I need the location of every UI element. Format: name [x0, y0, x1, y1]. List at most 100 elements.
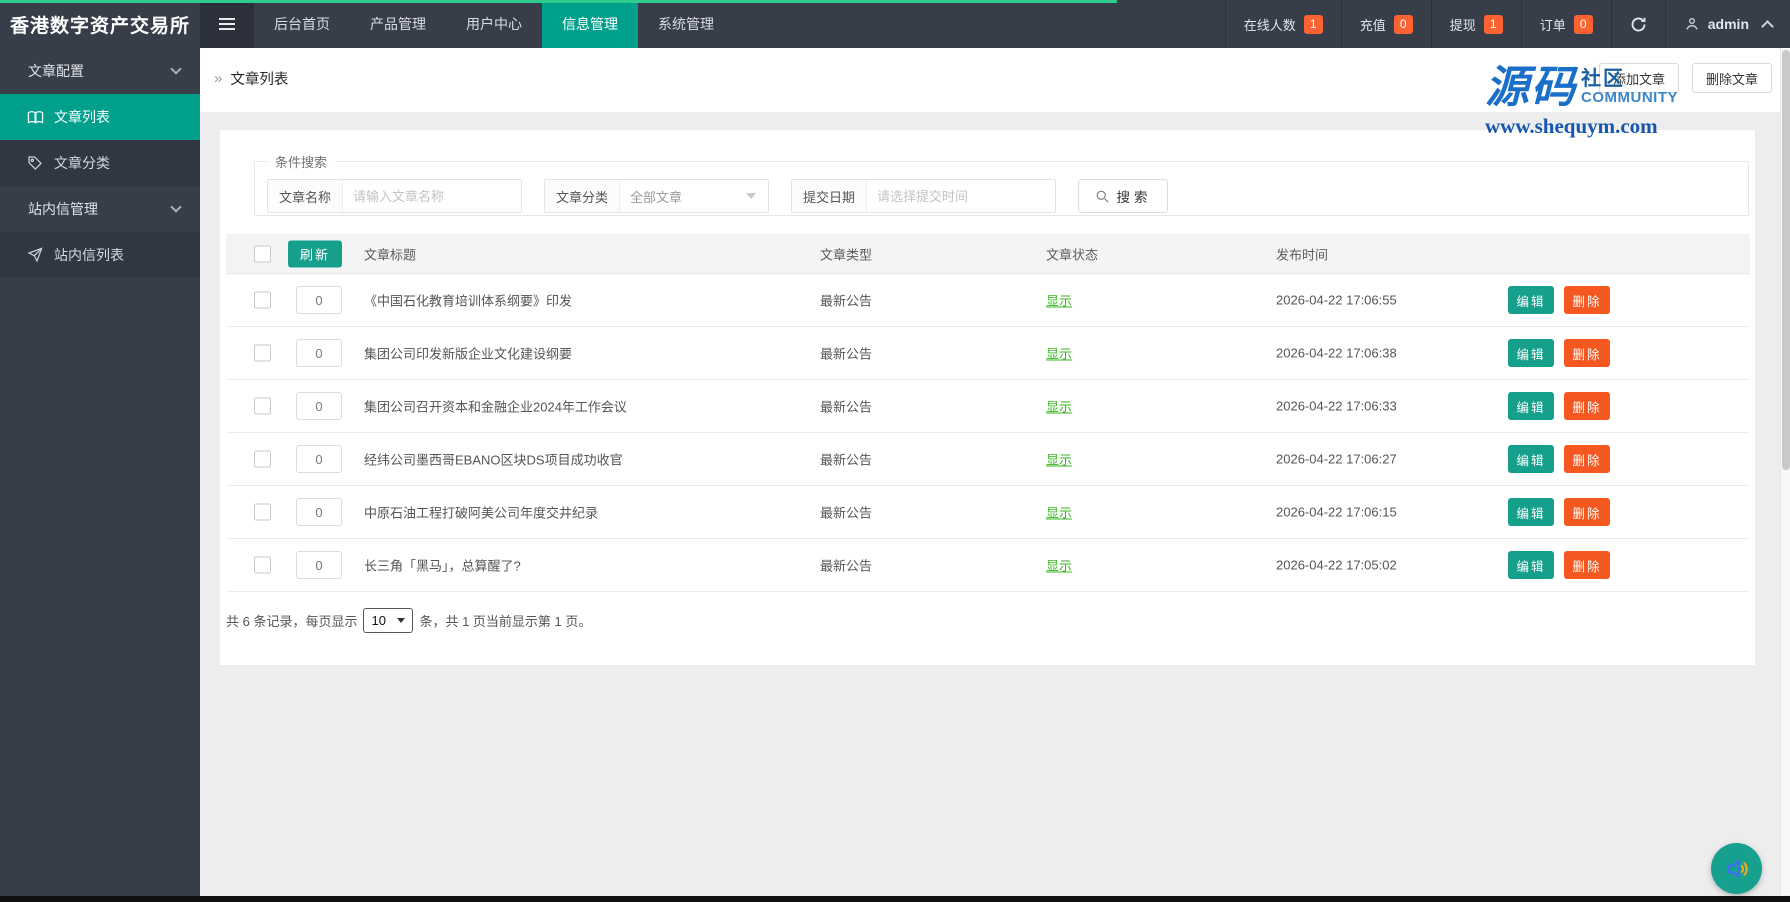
stat-label: 订单	[1539, 17, 1566, 33]
status-toggle-link[interactable]: 显示	[1046, 503, 1072, 522]
scrollbar-thumb[interactable]	[1782, 50, 1790, 470]
loading-progress-bar	[0, 0, 1117, 3]
sidebar-item-label: 文章列表	[54, 109, 110, 125]
article-name-input[interactable]	[343, 180, 521, 212]
publish-time: 2026-04-22 17:06:33	[1276, 398, 1397, 414]
stat-online-users[interactable]: 在线人数 1	[1224, 0, 1341, 48]
row-checkbox[interactable]	[254, 291, 271, 309]
speaker-icon	[1723, 855, 1751, 883]
page-actions: 添加文章 删除文章	[1598, 63, 1772, 93]
edit-button[interactable]: 编辑	[1508, 392, 1554, 420]
article-title: 集团公司召开资本和金融企业2024年工作会议	[364, 399, 627, 415]
table-row: 《中国石化教育培训体系纲要》印发 最新公告 显示 2026-04-22 17:0…	[226, 274, 1750, 327]
delete-button[interactable]: 删除	[1564, 286, 1610, 314]
user-menu[interactable]: admin	[1664, 0, 1790, 48]
delete-button[interactable]: 删除	[1564, 498, 1610, 526]
pagination-suffix: 条，共 1 页当前显示第 1 页。	[419, 614, 592, 629]
sidebar-item-site-message-list[interactable]: 站内信列表	[0, 232, 200, 278]
edit-button[interactable]: 编辑	[1508, 286, 1554, 314]
article-title: 经纬公司墨西哥EBANO区块DS项目成功收官	[364, 452, 623, 468]
col-header-status: 文章状态	[1046, 247, 1099, 262]
submit-date-input[interactable]	[867, 180, 1055, 212]
search-fieldset: 条件搜索 文章名称 文章分类 全部文章 提交日期	[254, 152, 1749, 216]
nav-item-dashboard[interactable]: 后台首页	[254, 0, 350, 48]
nav-item-system[interactable]: 系统管理	[638, 0, 734, 48]
edit-button[interactable]: 编辑	[1508, 551, 1554, 579]
status-toggle-link[interactable]: 显示	[1046, 291, 1072, 310]
sort-order-input[interactable]	[296, 551, 342, 579]
edit-button[interactable]: 编辑	[1508, 445, 1554, 473]
select-all-checkbox[interactable]	[254, 245, 271, 262]
selected-option: 全部文章	[630, 189, 683, 205]
breadcrumb-label[interactable]: 文章列表	[230, 68, 288, 89]
sidebar-item-article-list[interactable]: 文章列表	[0, 94, 200, 140]
sort-order-input[interactable]	[296, 286, 342, 314]
status-toggle-link[interactable]: 显示	[1046, 450, 1072, 469]
sidebar-group-label: 文章配置	[28, 63, 84, 79]
stat-label: 充值	[1359, 17, 1386, 33]
nav-item-users[interactable]: 用户中心	[446, 0, 542, 48]
status-toggle-link[interactable]: 显示	[1046, 397, 1072, 416]
menu-toggle-button[interactable]	[200, 0, 254, 48]
stat-deposits[interactable]: 充值 0	[1340, 0, 1431, 48]
sort-order-input[interactable]	[296, 339, 342, 367]
publish-time: 2026-04-22 17:05:02	[1276, 557, 1397, 573]
delete-button[interactable]: 删除	[1564, 339, 1610, 367]
status-toggle-link[interactable]: 显示	[1046, 344, 1072, 363]
article-name-group: 文章名称	[267, 179, 522, 213]
sidebar-group-article-config[interactable]: 文章配置	[0, 48, 200, 94]
stat-withdrawals[interactable]: 提现 1	[1430, 0, 1521, 48]
book-open-icon	[26, 108, 44, 126]
page-size-select[interactable]: 10	[363, 608, 414, 633]
stat-orders[interactable]: 订单 0	[1520, 0, 1611, 48]
pagination-prefix: 共 6 条记录，每页显示	[226, 614, 358, 629]
article-title: 集团公司印发新版企业文化建设纲要	[364, 346, 573, 362]
article-type: 最新公告	[820, 452, 873, 468]
refresh-page-button[interactable]	[1610, 0, 1665, 48]
edit-button[interactable]: 编辑	[1508, 498, 1554, 526]
delete-button[interactable]: 删除	[1564, 392, 1610, 420]
article-type: 最新公告	[820, 558, 873, 574]
article-category-group: 文章分类 全部文章	[544, 179, 769, 213]
sort-order-input[interactable]	[296, 392, 342, 420]
article-category-select[interactable]: 全部文章	[620, 180, 768, 212]
edit-button[interactable]: 编辑	[1508, 339, 1554, 367]
paper-plane-icon	[26, 246, 44, 264]
article-type: 最新公告	[820, 505, 873, 521]
stat-badge: 0	[1393, 14, 1413, 34]
sort-order-input[interactable]	[296, 498, 342, 526]
sidebar: 文章配置 文章列表 文章分类 站内信管理 站内信列表	[0, 48, 200, 897]
tag-icon	[26, 154, 44, 172]
sort-order-input[interactable]	[296, 445, 342, 473]
refresh-button[interactable]: 刷新	[288, 240, 342, 267]
sidebar-item-label: 文章分类	[54, 155, 110, 171]
row-checkbox[interactable]	[254, 556, 271, 574]
sidebar-item-article-category[interactable]: 文章分类	[0, 140, 200, 186]
row-checkbox[interactable]	[254, 503, 271, 521]
breadcrumb-bar: » 文章列表 添加文章 删除文章	[200, 48, 1790, 112]
add-article-button[interactable]: 添加文章	[1598, 63, 1679, 93]
caret-down-icon	[397, 618, 406, 623]
sidebar-group-site-messages[interactable]: 站内信管理	[0, 186, 200, 232]
top-navigation: 后台首页 产品管理 用户中心 信息管理 系统管理	[254, 0, 734, 48]
search-button[interactable]: 搜索	[1078, 179, 1168, 213]
chevron-up-icon	[1761, 19, 1774, 33]
delete-article-button[interactable]: 删除文章	[1691, 63, 1772, 93]
delete-button[interactable]: 删除	[1564, 445, 1610, 473]
row-checkbox[interactable]	[254, 450, 271, 468]
nav-item-products[interactable]: 产品管理	[350, 0, 446, 48]
refresh-icon	[1630, 16, 1647, 33]
stat-label: 提现	[1449, 17, 1476, 33]
status-toggle-link[interactable]: 显示	[1046, 556, 1072, 575]
nav-item-information[interactable]: 信息管理	[542, 0, 638, 48]
row-checkbox[interactable]	[254, 397, 271, 415]
delete-button[interactable]: 删除	[1564, 551, 1610, 579]
sidebar-item-label: 站内信列表	[54, 247, 124, 263]
chevron-down-icon	[170, 63, 182, 75]
brand-logo[interactable]: 香港数字资产交易所	[0, 0, 200, 48]
sound-float-button[interactable]	[1711, 843, 1762, 894]
row-checkbox[interactable]	[254, 344, 271, 362]
vertical-scrollbar	[1780, 48, 1790, 895]
topbar-right: 在线人数 1 充值 0 提现 1 订单 0 admin	[1224, 0, 1790, 48]
hamburger-icon	[219, 18, 235, 30]
